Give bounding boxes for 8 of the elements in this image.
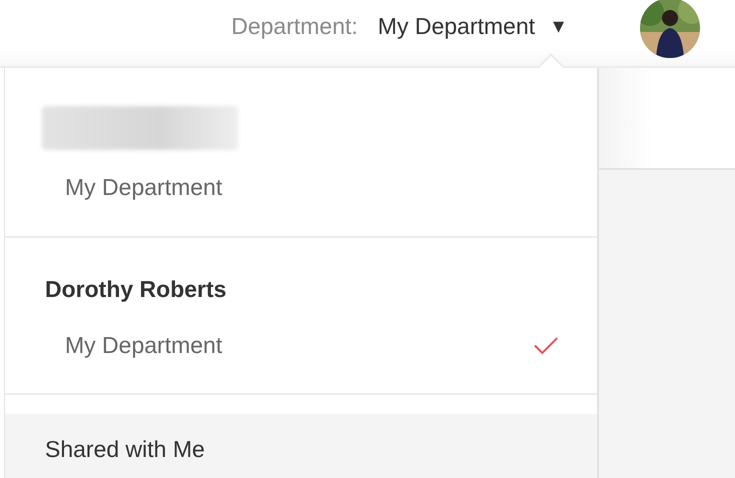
checkmark-icon bbox=[533, 336, 559, 354]
menu-item[interactable]: Shared with Me bbox=[5, 414, 597, 478]
menu-item[interactable]: My Department bbox=[5, 313, 597, 377]
department-label: Department: bbox=[231, 12, 358, 40]
menu-item[interactable]: My Department bbox=[5, 155, 597, 219]
department-dropdown[interactable]: My Department ▾ bbox=[378, 12, 564, 40]
group-heading: Dorothy Roberts bbox=[45, 276, 228, 303]
caret-icon: ▾ bbox=[553, 13, 564, 39]
